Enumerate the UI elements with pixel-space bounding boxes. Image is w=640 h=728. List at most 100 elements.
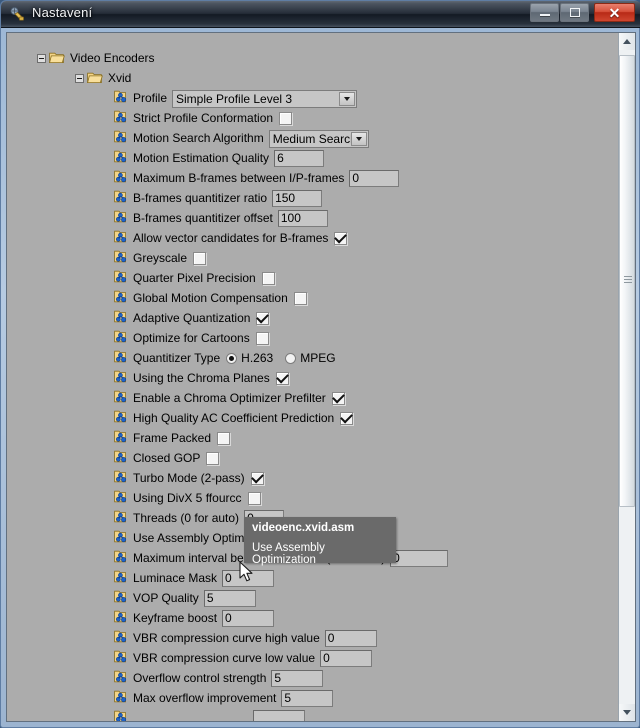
checkbox-closed-gop[interactable] (206, 452, 220, 465)
property-row-keyframe-boost[interactable]: Keyframe boost 0 (114, 609, 275, 628)
checkbox-using-divx-5-ffourcc[interactable] (247, 492, 261, 505)
property-row-turbo-mode-2-pass[interactable]: Turbo Mode (2-pass) (114, 469, 264, 488)
scroll-up-icon (623, 39, 631, 44)
property-icon (114, 630, 129, 647)
property-label: VBR compression curve high value (133, 631, 320, 645)
mouse-cursor (239, 561, 253, 582)
property-row-vop-quality[interactable]: VOP Quality 5 (114, 589, 256, 608)
property-icon (114, 410, 129, 427)
folder-icon (49, 51, 65, 67)
checkbox-optimize-for-cartoons[interactable] (255, 332, 269, 345)
combobox-motion-search-algorithm[interactable]: Medium Search (268, 129, 369, 148)
property-icon (114, 670, 129, 687)
property-row-max-overflow-improvement[interactable]: Max overflow improvement 5 (114, 689, 334, 708)
property-row-closed-gop[interactable]: Closed GOP (114, 449, 220, 468)
textbox-maximum-b-frames-between-i-p-frames[interactable]: 0 (349, 170, 400, 187)
property-row-optimize-for-cartoons[interactable]: Optimize for Cartoons (114, 329, 269, 348)
property-icon (114, 130, 129, 147)
checkbox-turbo-mode-2-pass[interactable] (250, 472, 264, 485)
folder-icon (87, 71, 103, 87)
property-row-quarter-pixel-precision[interactable]: Quarter Pixel Precision (114, 269, 275, 288)
textbox-keyframe-boost[interactable]: 0 (222, 610, 275, 627)
property-row-enable-a-chroma-optimizer-prefilter[interactable]: Enable a Chroma Optimizer Prefilter (114, 389, 345, 408)
property-row-vbr-compression-curve-low-value[interactable]: VBR compression curve low value 0 (114, 649, 373, 668)
property-row-using-the-chroma-planes[interactable]: Using the Chroma Planes (114, 369, 289, 388)
close-button[interactable]: ✕ (594, 3, 635, 22)
property-row-frame-packed[interactable]: Frame Packed (114, 429, 231, 448)
textbox-maximum-interval-between-i-frames-0-for-auto[interactable]: 0 (390, 550, 449, 567)
textbox-b-frames-quantitizer-offset[interactable]: 100 (277, 210, 328, 227)
property-tree[interactable]: Video Encoders Xvid Profile Simple Profile … (7, 33, 619, 721)
property-row-strict-profile-conformation[interactable]: Strict Profile Conformation (114, 109, 293, 128)
chevron-down-icon[interactable] (350, 131, 367, 146)
title-bar[interactable]: Nastavení ✕ (1, 1, 640, 28)
radio-label: H.263 (241, 351, 274, 365)
tree-node-xvid[interactable]: Xvid (75, 69, 131, 88)
textbox-vbr-compression-curve-low-value[interactable]: 0 (320, 650, 373, 667)
textbox-vop-quality[interactable]: 5 (203, 590, 256, 607)
chevron-down-icon[interactable] (339, 91, 356, 106)
combobox-value: Medium Search (272, 131, 357, 146)
property-icon (114, 710, 129, 721)
scroll-thumb[interactable] (619, 55, 635, 507)
property-row-b-frames-quantitizer-offset[interactable]: B-frames quantitizer offset 100 (114, 209, 328, 228)
textbox-vbr-compression-curve-high-value[interactable]: 0 (324, 630, 377, 647)
textbox-partial[interactable] (253, 710, 305, 721)
textbox-overflow-control-strength[interactable]: 5 (271, 670, 324, 687)
property-label: Overflow control strength (133, 671, 267, 685)
vertical-scrollbar[interactable] (618, 33, 635, 721)
scroll-down-arrow[interactable] (619, 704, 635, 721)
expander-collapse-icon[interactable] (75, 74, 84, 83)
textbox-motion-estimation-quality[interactable]: 6 (274, 150, 325, 167)
property-icon (114, 590, 129, 607)
property-label: Global Motion Compensation (133, 291, 288, 305)
property-icon (114, 250, 129, 267)
property-row-overflow-control-strength[interactable]: Overflow control strength 5 (114, 669, 324, 688)
property-icon (114, 390, 129, 407)
property-label: Quarter Pixel Precision (133, 271, 256, 285)
property-icon (114, 690, 129, 707)
textbox-max-overflow-improvement[interactable]: 5 (281, 690, 334, 707)
minimize-button[interactable] (530, 3, 559, 22)
combobox-profile[interactable]: Simple Profile Level 3 (172, 89, 358, 108)
property-label: Greyscale (133, 251, 188, 265)
property-label: Quantitizer Type (133, 351, 221, 365)
checkbox-frame-packed[interactable] (217, 432, 231, 445)
checkbox-quarter-pixel-precision[interactable] (261, 272, 275, 285)
property-label: Strict Profile Conformation (133, 111, 274, 125)
property-icon (114, 150, 129, 167)
property-label: Enable a Chroma Optimizer Prefilter (133, 391, 326, 405)
radio-h-263[interactable] (226, 353, 238, 364)
checkbox-global-motion-compensation[interactable] (293, 292, 307, 305)
checkbox-allow-vector-candidates-for-b-frames[interactable] (334, 232, 348, 245)
property-row-high-quality-ac-coefficient-prediction[interactable]: High Quality AC Coefficient Prediction (114, 409, 354, 428)
property-icon (114, 610, 129, 627)
checkbox-enable-a-chroma-optimizer-prefilter[interactable] (331, 392, 345, 405)
checkbox-strict-profile-conformation[interactable] (279, 112, 293, 125)
property-row-using-divx-5-ffourcc[interactable]: Using DivX 5 ffourcc (114, 489, 261, 508)
property-row-global-motion-compensation[interactable]: Global Motion Compensation (114, 289, 307, 308)
checkbox-high-quality-ac-coefficient-prediction[interactable] (340, 412, 354, 425)
close-icon: ✕ (608, 4, 621, 21)
property-row-greyscale[interactable]: Greyscale (114, 249, 207, 268)
checkbox-adaptive-quantization[interactable] (256, 312, 270, 325)
checkbox-greyscale[interactable] (193, 252, 207, 265)
property-row-motion-estimation-quality[interactable]: Motion Estimation Quality 6 (114, 149, 325, 168)
property-row-motion-search-algorithm[interactable]: Motion Search Algorithm Medium Search (114, 129, 369, 148)
property-row-profile[interactable]: Profile Simple Profile Level 3 (114, 89, 358, 108)
property-row-partial[interactable] (114, 709, 305, 721)
property-row-maximum-b-frames-between-i-p-frames[interactable]: Maximum B-frames between I/P-frames 0 (114, 169, 400, 188)
property-row-quantitizer-type[interactable]: Quantitizer Type H.263 MPEG (114, 349, 342, 368)
radio-mpeg[interactable] (285, 353, 297, 364)
property-row-vbr-compression-curve-high-value[interactable]: VBR compression curve high value 0 (114, 629, 377, 648)
textbox-b-frames-quantitizer-ratio[interactable]: 150 (272, 190, 323, 207)
expander-collapse-icon[interactable] (37, 54, 46, 63)
checkbox-using-the-chroma-planes[interactable] (275, 372, 289, 385)
property-row-allow-vector-candidates-for-b-frames[interactable]: Allow vector candidates for B-frames (114, 229, 348, 248)
maximize-button[interactable] (560, 3, 589, 22)
property-row-adaptive-quantization[interactable]: Adaptive Quantization (114, 309, 270, 328)
scroll-up-arrow[interactable] (619, 33, 635, 50)
property-row-b-frames-quantitizer-ratio[interactable]: B-frames quantitizer ratio 150 (114, 189, 323, 208)
tree-node-video-encoders[interactable]: Video Encoders (37, 49, 155, 68)
property-label: Keyframe boost (133, 611, 218, 625)
